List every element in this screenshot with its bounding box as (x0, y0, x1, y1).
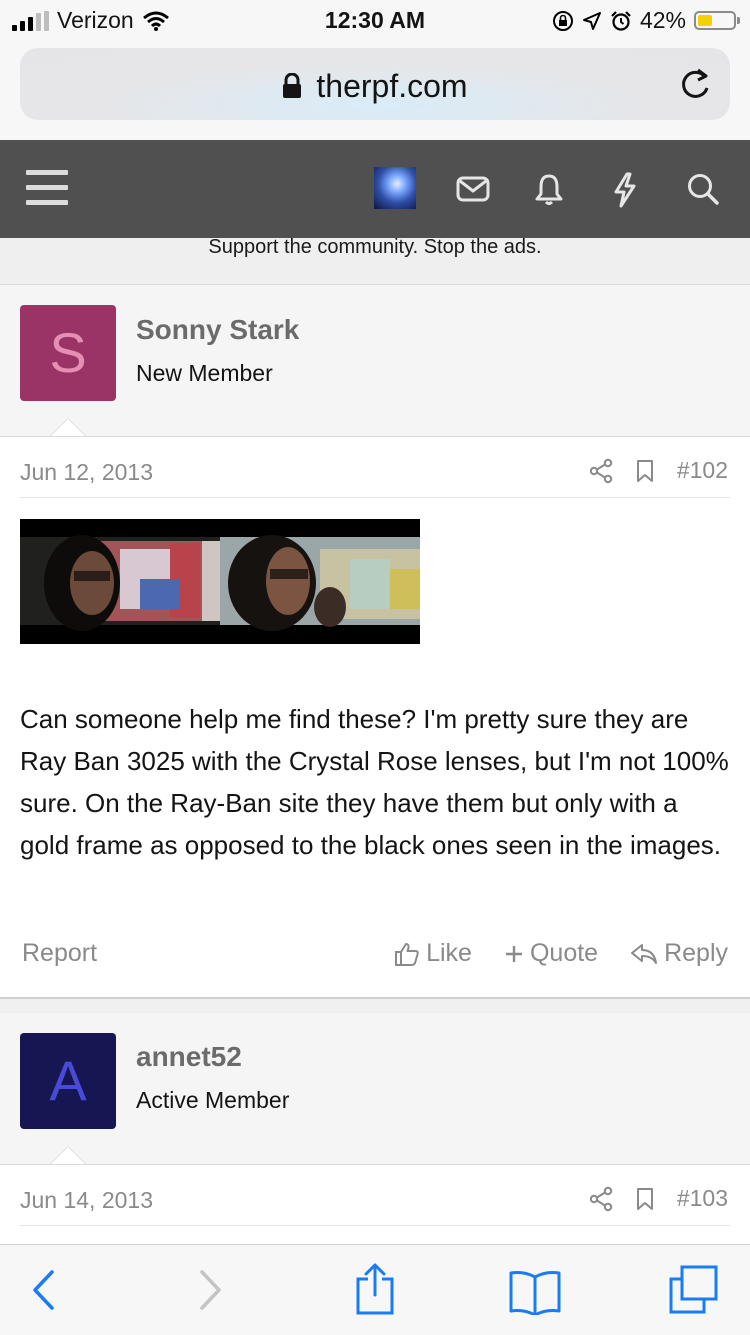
reply-label: Reply (664, 939, 728, 967)
quote-label: Quote (529, 939, 599, 967)
rotation-lock-icon (552, 10, 573, 31)
post-author-block: S Sonny Stark New Member (0, 286, 750, 436)
plus-icon (505, 945, 522, 962)
share-sheet-icon[interactable] (354, 1263, 396, 1315)
bookmarks-icon[interactable] (508, 1269, 562, 1315)
author-avatar[interactable]: A (20, 1033, 116, 1129)
author-name[interactable]: annet52 (136, 1041, 242, 1073)
reload-icon[interactable] (678, 66, 712, 102)
post-author-block: A annet52 Active Member (0, 1013, 750, 1164)
like-button[interactable]: Like (394, 939, 472, 968)
like-label: Like (426, 939, 472, 967)
speech-caret (50, 418, 86, 436)
address-bar[interactable]: therpf.com (20, 48, 730, 120)
user-avatar[interactable] (374, 167, 416, 209)
forward-icon[interactable] (198, 1269, 224, 1311)
browser-toolbar (0, 1244, 750, 1335)
quote-button[interactable]: Quote (504, 939, 598, 968)
bookmark-icon[interactable] (635, 1187, 655, 1211)
bookmark-icon[interactable] (635, 459, 655, 483)
author-name[interactable]: Sonny Stark (136, 314, 299, 346)
status-bar: Verizon 12:30 AM 42% (0, 0, 750, 40)
author-avatar[interactable]: S (20, 305, 116, 401)
post-meta: Jun 14, 2013 #103 (20, 1165, 730, 1226)
url-text: therpf.com (316, 68, 468, 104)
post-image[interactable] (20, 519, 420, 644)
speech-caret (50, 1146, 86, 1164)
author-role: Active Member (136, 1087, 290, 1113)
thumbs-up-icon (395, 942, 419, 966)
post: Jun 12, 2013 #102 Can someone help me fi… (0, 436, 750, 997)
location-icon (582, 11, 601, 30)
bell-icon[interactable] (534, 172, 564, 206)
post-number[interactable]: #102 (677, 457, 728, 484)
battery-icon (694, 11, 740, 30)
post-meta: Jun 12, 2013 #102 (20, 437, 730, 498)
lock-icon (283, 73, 302, 98)
author-role: New Member (136, 360, 273, 386)
reply-icon (631, 943, 658, 964)
reply-button[interactable]: Reply (630, 939, 728, 968)
post-body: Can someone help me find these? I'm pret… (20, 704, 729, 860)
report-link[interactable]: Report (22, 939, 97, 968)
post-date[interactable]: Jun 12, 2013 (20, 459, 153, 486)
menu-icon[interactable] (26, 170, 68, 215)
share-icon[interactable] (589, 458, 613, 484)
post-date[interactable]: Jun 14, 2013 (20, 1187, 153, 1214)
tabs-icon[interactable] (668, 1265, 720, 1315)
mail-icon[interactable] (456, 172, 490, 204)
site-navbar (0, 140, 750, 238)
post-separator (0, 997, 750, 1013)
post-number[interactable]: #103 (677, 1185, 728, 1212)
battery-percent: 42% (639, 7, 686, 33)
lightning-icon[interactable] (612, 172, 638, 208)
share-icon[interactable] (589, 1186, 613, 1212)
search-icon[interactable] (686, 172, 720, 206)
post: Jun 14, 2013 #103 (0, 1164, 750, 1245)
alarm-icon (611, 10, 631, 31)
back-icon[interactable] (30, 1269, 56, 1311)
support-banner[interactable]: Support the community. Stop the ads. (0, 237, 750, 285)
